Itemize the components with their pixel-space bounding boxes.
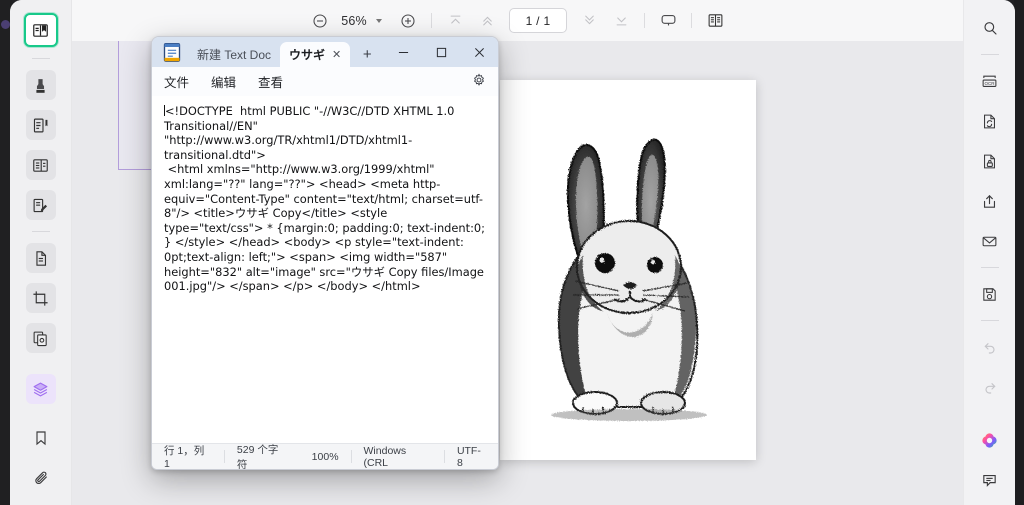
sidebar-item-attachment[interactable]	[26, 463, 56, 493]
sidebar-item-layers[interactable]	[25, 374, 56, 404]
window-controls	[384, 37, 498, 67]
reading-mode-button[interactable]	[702, 8, 728, 34]
left-sidebar	[10, 0, 72, 505]
zoom-level-label[interactable]: 56%	[336, 14, 372, 28]
notepad-text-area[interactable]: <!DOCTYPE html PUBLIC "-//W3C//DTD XHTML…	[152, 96, 498, 443]
sidebar-item-compare[interactable]	[25, 323, 56, 353]
new-tab-button[interactable]: +	[356, 43, 378, 65]
right-rail-divider-3	[980, 320, 999, 321]
rightbar-protect[interactable]	[975, 146, 1005, 176]
sidebar-item-outline[interactable]	[25, 150, 56, 180]
status-char-count[interactable]: 529 个字符	[225, 444, 300, 470]
screen: 56% 1 / 1 OCR 新建 Text Doc ウサギ ✕ + 文件 编辑 …	[0, 0, 1024, 505]
last-page-button[interactable]	[608, 8, 634, 34]
prev-page-button[interactable]	[474, 8, 500, 34]
notepad-statusbar: 行 1，列 1 529 个字符 100% Windows (CRL UTF-8	[152, 443, 498, 469]
desktop-dot	[1, 20, 10, 29]
close-icon[interactable]: ✕	[332, 48, 341, 61]
rail-divider-2	[31, 231, 50, 232]
sidebar-item-bookmark[interactable]	[26, 423, 56, 453]
next-page-button[interactable]	[576, 8, 602, 34]
menu-file[interactable]: 文件	[164, 72, 189, 91]
svg-text:OCR: OCR	[984, 81, 995, 86]
minimize-button[interactable]	[384, 37, 422, 67]
toolbar-divider-1	[431, 13, 432, 28]
sidebar-item-annotate[interactable]	[25, 110, 56, 140]
sidebar-item-sign[interactable]	[25, 190, 56, 220]
page-indicator[interactable]: 1 / 1	[509, 8, 567, 33]
presentation-button[interactable]	[655, 8, 681, 34]
right-rail-divider-1	[980, 54, 999, 55]
notepad-titlebar[interactable]: 新建 Text Doc ウサギ ✕ +	[152, 37, 498, 67]
rightbar-mail[interactable]	[975, 226, 1005, 256]
rabbit-image	[500, 80, 756, 460]
close-button[interactable]	[460, 37, 498, 67]
rightbar-search[interactable]	[975, 13, 1005, 43]
rightbar-save[interactable]	[975, 279, 1005, 309]
status-line-ending[interactable]: Windows (CRL	[352, 445, 444, 469]
gear-icon[interactable]	[472, 73, 486, 90]
chevron-down-icon[interactable]	[376, 18, 382, 23]
sidebar-item-highlight[interactable]	[25, 70, 56, 100]
app-window: 56% 1 / 1 OCR 新建 Text Doc ウサギ ✕ + 文件 编辑 …	[10, 0, 1015, 505]
notepad-icon	[163, 43, 181, 62]
notepad-tab-label: ウサギ	[289, 48, 326, 62]
right-rail-divider-2	[980, 267, 999, 268]
notepad-content: <!DOCTYPE html PUBLIC "-//W3C//DTD XHTML…	[164, 104, 486, 294]
sidebar-item-pages[interactable]	[25, 243, 56, 273]
status-encoding[interactable]: UTF-8	[445, 445, 498, 469]
rail-divider	[31, 58, 50, 59]
zoom-out-button[interactable]	[307, 8, 333, 34]
status-zoom[interactable]: 100%	[300, 449, 351, 464]
menu-edit[interactable]: 编辑	[211, 72, 236, 91]
notepad-tab-label: 新建 Text Doc	[197, 48, 272, 62]
notepad-tab-0[interactable]: 新建 Text Doc	[188, 42, 280, 67]
pdf-page[interactable]	[500, 80, 756, 460]
maximize-button[interactable]	[422, 37, 460, 67]
sidebar-item-crop[interactable]	[25, 283, 56, 313]
rightbar-ocr[interactable]: OCR	[975, 66, 1005, 96]
notepad-menubar: 文件 编辑 查看	[152, 67, 498, 97]
status-cursor[interactable]: 行 1，列 1	[152, 445, 224, 469]
rightbar-ai[interactable]	[975, 425, 1005, 455]
rightbar-convert[interactable]	[975, 106, 1005, 136]
rightbar-redo[interactable]	[975, 372, 1005, 402]
rightbar-comment[interactable]	[975, 465, 1005, 495]
zoom-in-button[interactable]	[395, 8, 421, 34]
desktop-right-edge	[1014, 0, 1024, 505]
rightbar-share[interactable]	[975, 186, 1005, 216]
menu-view[interactable]: 查看	[258, 72, 283, 91]
notepad-tab-1[interactable]: ウサギ ✕	[280, 42, 351, 67]
right-sidebar: OCR	[963, 0, 1015, 505]
rightbar-undo[interactable]	[975, 332, 1005, 362]
first-page-button[interactable]	[442, 8, 468, 34]
toolbar-divider-3	[691, 13, 692, 28]
notepad-window[interactable]: 新建 Text Doc ウサギ ✕ + 文件 编辑 查看 <!DOCTYPE h…	[151, 36, 499, 470]
toolbar-divider-2	[644, 13, 645, 28]
toolbar: 56% 1 / 1	[72, 0, 963, 41]
sidebar-item-read[interactable]	[23, 13, 58, 47]
